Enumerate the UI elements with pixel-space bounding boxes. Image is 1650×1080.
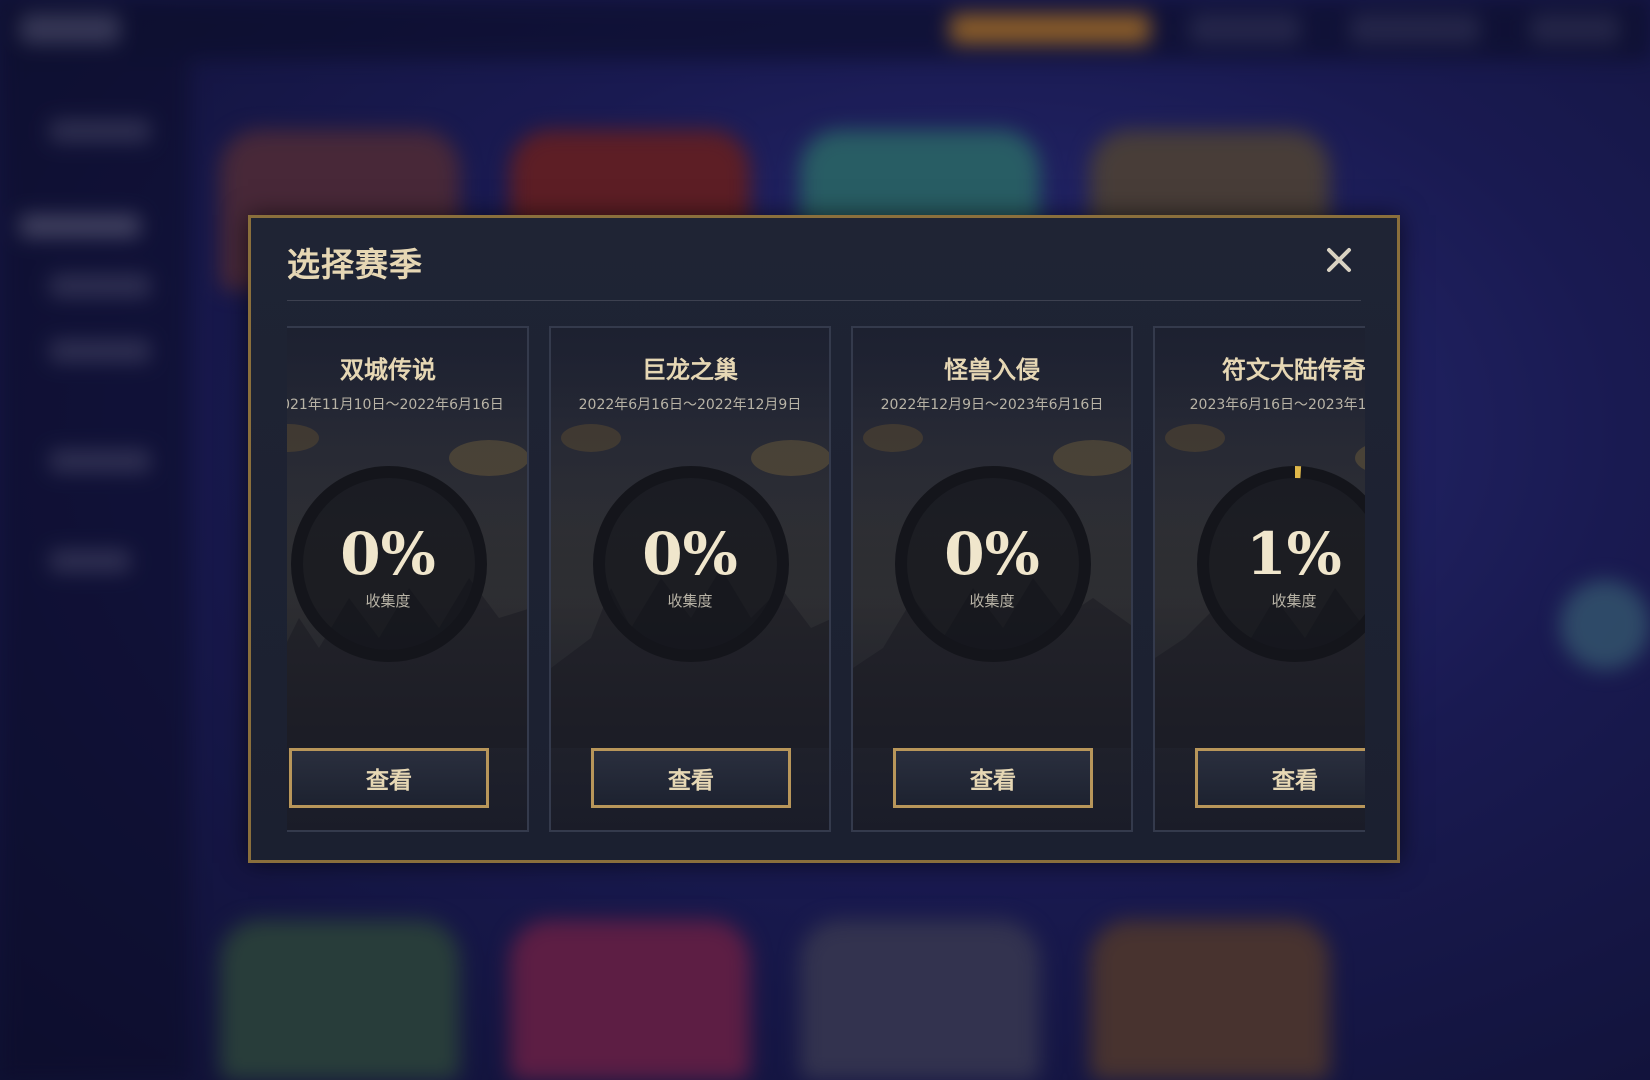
collection-label: 收集度 <box>969 592 1015 610</box>
season-card: 怪兽入侵 2022年12月9日～2023年6月16日 0% 收集度 查看 <box>851 326 1133 832</box>
season-dates: 2022年12月9日～2023年6月16日 <box>880 397 1104 413</box>
title-divider <box>287 300 1361 301</box>
season-name: 符文大陆传奇 <box>1222 356 1365 384</box>
view-button[interactable]: 查看 <box>893 748 1093 808</box>
season-card: 巨龙之巢 2022年6月16日～2022年12月9日 0% 收集度 查看 <box>549 326 831 832</box>
collection-percent: 0% <box>642 520 738 588</box>
collection-percent: 0% <box>340 520 436 588</box>
season-dates: 2022年6月16日～2022年12月9日 <box>578 397 802 413</box>
view-button[interactable]: 查看 <box>1195 748 1365 808</box>
dialog-title: 选择赛季 <box>287 245 423 284</box>
season-dates: 2021年11月10日～2022年6月16日 <box>287 397 504 413</box>
collection-label: 收集度 <box>667 592 713 610</box>
collection-percent: 0% <box>944 520 1040 588</box>
season-name: 怪兽入侵 <box>944 356 1040 384</box>
view-button[interactable]: 查看 <box>289 748 489 808</box>
season-dates: 2023年6月16日～2023年11月2 <box>1189 397 1365 413</box>
season-name: 巨龙之巢 <box>642 356 738 384</box>
season-card: 双城传说 2021年11月10日～2022年6月16日 0% 收集度 查看 <box>287 326 529 832</box>
view-button[interactable]: 查看 <box>591 748 791 808</box>
close-icon <box>1327 248 1351 272</box>
select-season-dialog: 选择赛季 双城传说 2021年11月10日～2022年6月16日 0% 收集度 … <box>248 215 1400 863</box>
season-card: 符文大陆传奇 2023年6月16日～2023年11月2 1% 收集度 查看 <box>1153 326 1365 832</box>
collection-percent: 1% <box>1246 520 1342 588</box>
close-button[interactable] <box>1317 238 1361 282</box>
season-carousel[interactable]: 双城传说 2021年11月10日～2022年6月16日 0% 收集度 查看 巨龙… <box>287 326 1365 832</box>
collection-label: 收集度 <box>1271 592 1317 610</box>
collection-label: 收集度 <box>365 592 411 610</box>
season-name: 双城传说 <box>340 356 436 384</box>
